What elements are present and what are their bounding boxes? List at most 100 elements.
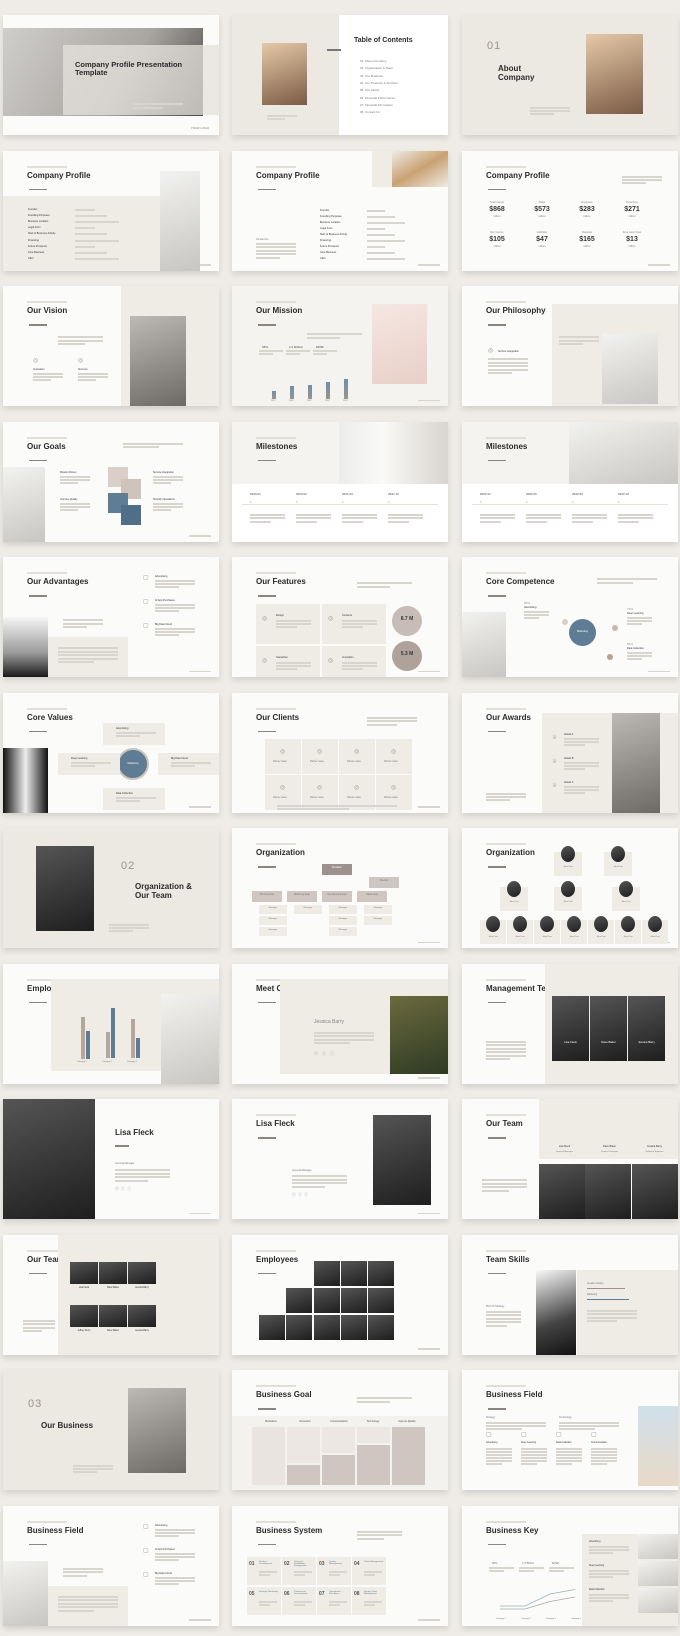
photo	[160, 170, 200, 271]
slide-thumbnail[interactable]: Business Goal Motivation Innovation Communi…	[232, 1370, 448, 1490]
slide-thumbnail[interactable]: Our Vision ◎ Innovation ◎ Success	[3, 286, 219, 406]
text-line	[388, 517, 423, 519]
photo	[3, 466, 45, 542]
slide-thumbnail[interactable]: Milestones 2020.01 • 2020.05 • 2021.03 • 2021.1…	[232, 421, 448, 542]
slide-thumbnail[interactable]: Core Values Marketing Advertising Deep Lear…	[3, 692, 219, 813]
slide-title: About Company	[498, 64, 535, 82]
text-line	[530, 107, 570, 109]
slide-thumbnail[interactable]: Business Field ▢ Advertising ▢ AI App Purcha…	[3, 1505, 219, 1626]
figure-value: 5.3 M	[400, 651, 414, 657]
slide-thumbnail[interactable]: 02 Organization & Our Team	[3, 828, 219, 948]
member-name: Dave Baker	[601, 1039, 616, 1044]
member-photo: Dave Baker	[590, 995, 627, 1061]
member-photo	[99, 1304, 127, 1327]
slide-thumbnail[interactable]: Lisa Fleck General Manager ⓕ ⓣ ⓘ	[232, 1099, 448, 1219]
field-icon: ▢	[591, 1432, 597, 1438]
item-label: Advertising	[155, 575, 168, 578]
kicker-line	[256, 572, 296, 574]
slide-thumbnail[interactable]: Core Competence Marketing 85% Advertising 72…	[462, 557, 678, 677]
slide-thumbnail[interactable]: Our Mission 58% 1.5 Billion $25M 2019 2020 202…	[232, 286, 448, 406]
system-number: 02	[284, 1560, 290, 1567]
milestone-date: 2021.03	[342, 491, 353, 496]
stat-label: Revenues	[626, 200, 638, 204]
client-logo-icon: ◎	[317, 784, 323, 791]
text-line	[292, 1182, 347, 1184]
photo	[569, 421, 678, 484]
slide-thumbnail[interactable]: Lisa Fleck General Manager ⓕ ⓣ ⓘ	[3, 1099, 219, 1219]
column-header: Motivation	[265, 1421, 277, 1423]
slide-thumbnail[interactable]: Our Goals Mission Driven Improve Quality Se…	[3, 421, 219, 542]
slide-thumbnail[interactable]: Company Profile Contact Us Founder Founding…	[232, 150, 448, 271]
field-label: Business Location	[320, 220, 341, 224]
slide-thumbnail[interactable]: Organization John Doe John Doe John Doe John…	[462, 828, 678, 948]
client-name: Partner name	[273, 796, 287, 799]
photo	[3, 617, 48, 677]
avatar	[567, 916, 581, 932]
feature-icon: ◎	[262, 658, 268, 664]
text-line	[33, 373, 63, 375]
text-line	[521, 1457, 547, 1459]
slide-thumbnail[interactable]: Business Field Strategy Technology ▢ Adverti…	[462, 1370, 678, 1490]
slide-thumbnail[interactable]: Employees	[232, 1234, 448, 1355]
slide-thumbnail[interactable]: Our Team Lisa Fleck General Manager Dave Ba…	[462, 1099, 678, 1219]
text-line	[60, 475, 90, 478]
skill-label: Marketing	[587, 1293, 598, 1296]
avatar	[540, 916, 554, 932]
slide-thumbnail[interactable]: Team Skills Creative Design Marketing 95% O…	[462, 1234, 678, 1355]
title-underline	[258, 730, 276, 732]
employee-photo	[368, 1314, 394, 1340]
text-line	[123, 442, 183, 445]
title-underline	[258, 1408, 276, 1410]
slide-thumbnail[interactable]: Our Clients ◎ Partner name ◎ Partner name ◎ Pa…	[232, 692, 448, 813]
slide-thumbnail[interactable]: Milestones 2022.01 • 2022.05 • 2022.03 • 2022.1…	[462, 421, 678, 542]
text-line	[115, 1179, 148, 1182]
field-value	[367, 251, 395, 254]
slide-title: Our Awards	[486, 712, 531, 722]
slide-thumbnail[interactable]: Business Key Advertising Deep Learning Data…	[462, 1505, 678, 1626]
client-logo-icon: ◎	[354, 748, 360, 755]
text-line	[153, 475, 183, 478]
client-logo-icon: ◎	[354, 784, 360, 791]
text-line	[589, 1545, 629, 1548]
stat-unit: million	[493, 244, 501, 248]
stat-value: $13	[626, 235, 638, 243]
innovation-icon: ◎	[33, 358, 39, 364]
goal-label: Mission Driven	[60, 470, 77, 474]
text-line	[58, 1599, 118, 1601]
slide-title: Company Profile	[256, 170, 320, 180]
client-name: Partner name	[347, 796, 361, 799]
footer-text	[189, 670, 211, 672]
slide-thumbnail[interactable]: Company Profile Presentation Template YOU…	[3, 15, 219, 135]
slide-thumbnail[interactable]: Meet Our CEOJessica Barryⓕⓣⓘ	[232, 963, 448, 1084]
slide-thumbnail[interactable]: Company Profile Total Assets $868 million Sa…	[462, 150, 678, 271]
slide-thumbnail[interactable]: Organization President Director Planning De…	[232, 828, 448, 948]
slide-thumbnail[interactable]: Table of Contents 01. About Company 02. Or…	[232, 15, 448, 135]
slide-thumbnail[interactable]: 01 About Company	[462, 15, 678, 135]
slide-thumbnail[interactable]: Our Awards ♕ Award A ♕ Award B ♕ Award C	[462, 692, 678, 813]
text-line	[564, 761, 599, 764]
slide-thumbnail[interactable]: 03 Our Business	[3, 1370, 219, 1490]
slide-thumbnail[interactable]: Business System 01 Product Development 02 Pr…	[232, 1505, 448, 1626]
text-line	[329, 1600, 347, 1603]
field-label: Future Prospects	[320, 244, 340, 248]
slide-thumbnail[interactable]: Our Advantages ▢ Advertising ▢ AI App Purcha…	[3, 557, 219, 677]
slide-thumbnail[interactable]: Management Team Lisa Fleck Dave Baker Jessi…	[462, 963, 678, 1084]
slide-thumbnail[interactable]: Our Features ◎ Design ◎ Contents ◎ Interaction…	[232, 557, 448, 677]
title-underline	[488, 1001, 506, 1003]
text-line	[482, 1179, 527, 1181]
slide-thumbnail[interactable]: Employee NumbersCategory 1Category 2Cate…	[3, 963, 219, 1084]
text-line	[488, 368, 528, 371]
slide-title: Our Business	[41, 1421, 94, 1430]
percent-label: 72%	[627, 607, 634, 611]
stat-unit: million	[493, 214, 501, 218]
slide-title: Lisa Fleck	[256, 1119, 295, 1128]
title-underline	[258, 595, 276, 597]
text-line	[60, 505, 90, 508]
text-line	[342, 620, 377, 622]
slide-thumbnail[interactable]: Our Philosophy ◎ Service Integration	[462, 286, 678, 406]
slide-thumbnail[interactable]: Our Team Lisa Fleck Dave Baker Jessica Barr…	[3, 1234, 219, 1355]
chart-tick: 2019	[271, 400, 276, 402]
text-line	[294, 1603, 305, 1606]
text-line	[307, 333, 362, 335]
slide-thumbnail[interactable]: Company Profile Founder Founding Purposes B…	[3, 150, 219, 271]
